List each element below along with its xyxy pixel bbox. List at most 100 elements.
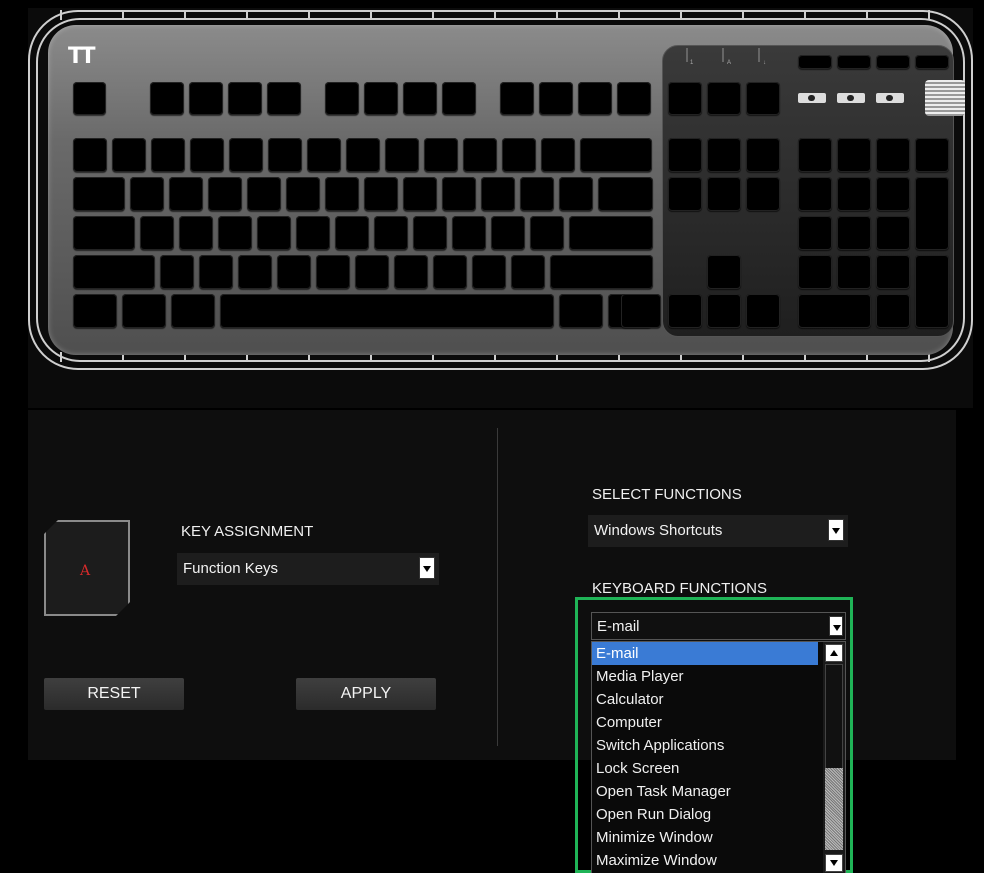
keyboard-key[interactable]	[247, 177, 281, 211]
keyboard-key[interactable]	[267, 82, 301, 115]
keyboard-key[interactable]	[915, 138, 949, 172]
keyboard-key[interactable]	[257, 216, 291, 250]
keyboard-key[interactable]	[837, 255, 871, 289]
list-item[interactable]: Switch Applications	[592, 734, 818, 757]
keyboard-key[interactable]	[199, 255, 233, 289]
media-back-icon[interactable]	[798, 93, 826, 103]
keyboard-key[interactable]	[403, 82, 437, 115]
keyboard-key[interactable]	[112, 138, 146, 172]
keyboard-key[interactable]	[130, 177, 164, 211]
keyboard-key[interactable]	[179, 216, 213, 250]
keyboard-key[interactable]	[511, 255, 545, 289]
keyboard-key[interactable]	[876, 255, 910, 289]
keyboard-key[interactable]	[621, 294, 661, 328]
list-item[interactable]: Media Player	[592, 665, 818, 688]
keyboard-key[interactable]	[530, 216, 564, 250]
volume-wheel[interactable]	[925, 80, 965, 116]
keyboard-key[interactable]	[73, 255, 155, 289]
keyboard-key[interactable]	[876, 294, 910, 328]
keyboard-key[interactable]	[403, 177, 437, 211]
keyboard-key[interactable]	[316, 255, 350, 289]
keyboard-key[interactable]	[73, 216, 135, 250]
key-assignment-dropdown[interactable]: Function Keys	[177, 553, 439, 585]
keyboard-key[interactable]	[798, 216, 832, 250]
keyboard-key[interactable]	[500, 82, 534, 115]
list-item[interactable]: Maximize Window	[592, 849, 818, 872]
keyboard-key[interactable]	[394, 255, 428, 289]
media-light-icon[interactable]	[837, 93, 865, 103]
keyboard-key[interactable]	[413, 216, 447, 250]
keyboard-key[interactable]	[668, 294, 702, 328]
keyboard-key[interactable]	[876, 177, 910, 211]
keyboard-key[interactable]	[617, 82, 651, 115]
select-functions-dropdown[interactable]: Windows Shortcuts	[588, 515, 848, 547]
keyboard-key[interactable]	[140, 216, 174, 250]
keyboard-key[interactable]	[876, 55, 910, 69]
keyboard-key[interactable]	[598, 177, 653, 211]
keyboard-key[interactable]	[73, 138, 107, 172]
keyboard-key[interactable]	[442, 177, 476, 211]
keyboard-key[interactable]	[746, 294, 780, 328]
keyboard-key[interactable]	[668, 177, 702, 211]
keyboard-key[interactable]	[915, 255, 949, 328]
keyboard-key[interactable]	[915, 55, 949, 69]
keyboard-key[interactable]	[580, 138, 652, 172]
keyboard-key[interactable]	[520, 177, 554, 211]
list-item[interactable]: Lock Screen	[592, 757, 818, 780]
keyboard-key[interactable]	[798, 138, 832, 172]
keyboard-key[interactable]	[355, 255, 389, 289]
keyboard-key[interactable]	[798, 255, 832, 289]
keyboard-key[interactable]	[325, 177, 359, 211]
keyboard-key[interactable]	[707, 82, 741, 115]
keyboard-key[interactable]	[915, 177, 949, 250]
keyboard-key[interactable]	[837, 216, 871, 250]
keyboard-key[interactable]	[151, 138, 185, 172]
keyboard-key[interactable]	[190, 138, 224, 172]
keyboard-key[interactable]	[463, 138, 497, 172]
keyboard-key[interactable]	[707, 177, 741, 211]
keyboard-key[interactable]	[277, 255, 311, 289]
keyboard-key[interactable]	[559, 177, 593, 211]
keyboard-key[interactable]	[539, 82, 573, 115]
list-scrollbar[interactable]	[823, 642, 845, 873]
keyboard-key[interactable]	[798, 55, 832, 69]
keyboard-key[interactable]	[364, 177, 398, 211]
keyboard-key[interactable]	[73, 177, 125, 211]
keyboard-key[interactable]	[218, 216, 252, 250]
list-item[interactable]: Calculator	[592, 688, 818, 711]
keyboard-key[interactable]	[707, 138, 741, 172]
keyboard-key[interactable]	[481, 177, 515, 211]
keyboard-key[interactable]	[73, 294, 117, 328]
keyboard-key[interactable]	[668, 82, 702, 115]
keyboard-key[interactable]	[73, 82, 106, 115]
keyboard-key[interactable]	[837, 177, 871, 211]
keyboard-key[interactable]	[472, 255, 506, 289]
keyboard-key[interactable]	[876, 138, 910, 172]
apply-button[interactable]: APPLY	[296, 678, 436, 710]
keyboard-key[interactable]	[286, 177, 320, 211]
keyboard-key[interactable]	[229, 138, 263, 172]
keyboard-key[interactable]	[364, 82, 398, 115]
keyboard-key[interactable]	[228, 82, 262, 115]
keyboard-key[interactable]	[746, 82, 780, 115]
keyboard-key[interactable]	[837, 55, 871, 69]
keyboard-key[interactable]	[220, 294, 554, 328]
keyboard-key[interactable]	[307, 138, 341, 172]
keyboard-key[interactable]	[150, 82, 184, 115]
keyboard-key[interactable]	[424, 138, 458, 172]
keyboard-key[interactable]	[798, 294, 871, 328]
keyboard-functions-list[interactable]: E-mail Media Player Calculator Computer …	[591, 641, 846, 873]
keyboard-key[interactable]	[325, 82, 359, 115]
keyboard-key[interactable]	[491, 216, 525, 250]
keyboard-key[interactable]	[238, 255, 272, 289]
keyboard-key[interactable]	[442, 82, 476, 115]
keyboard-key[interactable]	[746, 138, 780, 172]
chevron-down-icon[interactable]	[828, 519, 844, 541]
keyboard-key[interactable]	[746, 177, 780, 211]
keyboard-key[interactable]	[550, 255, 653, 289]
list-item[interactable]: Minimize Window	[592, 826, 818, 849]
keyboard-key[interactable]	[122, 294, 166, 328]
chevron-down-icon[interactable]	[419, 557, 435, 579]
keyboard-key[interactable]	[502, 138, 536, 172]
keyboard-key[interactable]	[569, 216, 653, 250]
